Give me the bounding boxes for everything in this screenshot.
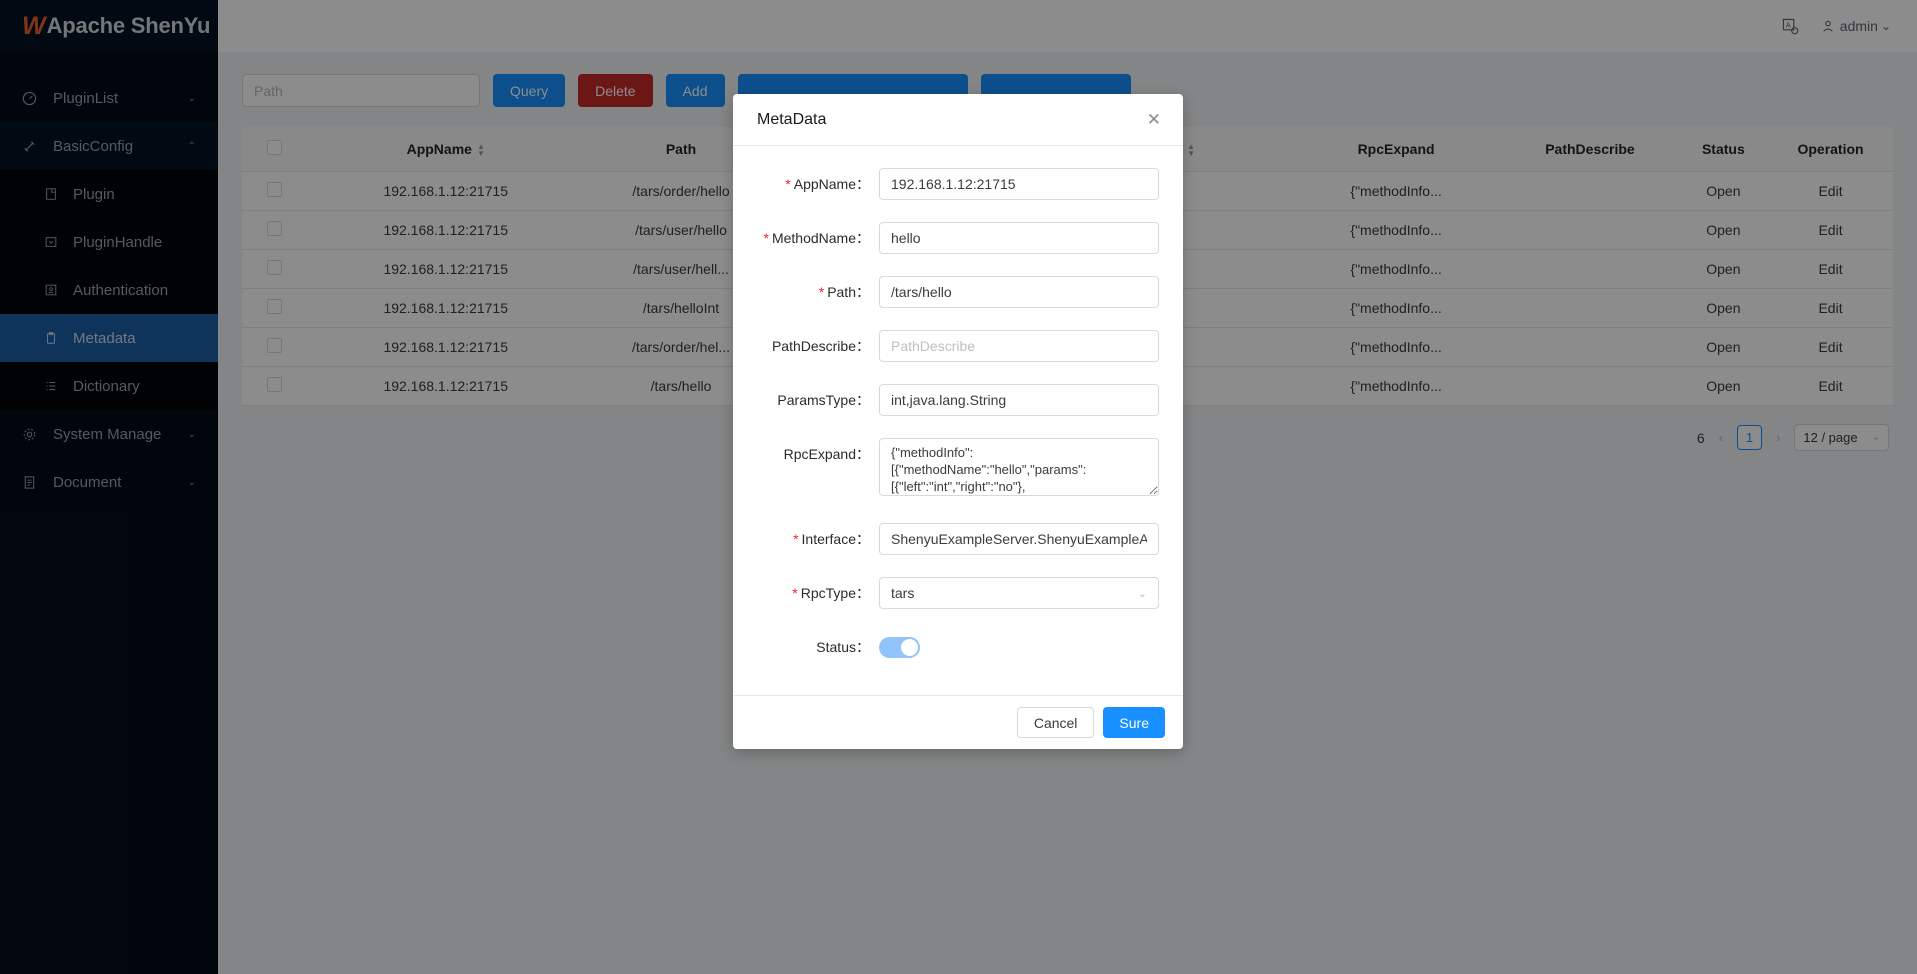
field-rpcexpand: RpcExpand： {"methodInfo": [{"methodName"… bbox=[757, 438, 1159, 501]
toggle-knob bbox=[901, 639, 918, 656]
chevron-down-icon: ⌄ bbox=[1138, 587, 1147, 600]
required-mark: * bbox=[785, 176, 790, 192]
modal-footer: Cancel Sure bbox=[733, 695, 1183, 749]
field-label: PathDescribe： bbox=[757, 330, 879, 362]
field-label: ParamsType： bbox=[757, 384, 879, 416]
cancel-button[interactable]: Cancel bbox=[1017, 707, 1095, 738]
field-status: Status： bbox=[757, 631, 1159, 663]
field-label: *RpcType： bbox=[757, 577, 879, 609]
methodname-input[interactable] bbox=[879, 222, 1159, 254]
close-icon[interactable]: ✕ bbox=[1147, 111, 1161, 128]
path-input[interactable] bbox=[879, 276, 1159, 308]
metadata-modal: MetaData ✕ *AppName： *MethodName： *Path： bbox=[733, 94, 1183, 749]
modal-header: MetaData ✕ bbox=[733, 94, 1183, 146]
rpctype-select[interactable]: tars ⌄ bbox=[879, 577, 1159, 609]
app-root: W Apache ShenYu PluginList ⌄ BasicConfig… bbox=[0, 0, 1917, 974]
rpcexpand-textarea[interactable]: {"methodInfo": [{"methodName":"hello","p… bbox=[879, 438, 1159, 496]
field-label: RpcExpand： bbox=[757, 438, 879, 470]
field-label: *Interface： bbox=[757, 523, 879, 555]
paramstype-input[interactable] bbox=[879, 384, 1159, 416]
field-label: *AppName： bbox=[757, 168, 879, 200]
modal-title: MetaData bbox=[757, 111, 1159, 129]
pathdescribe-input[interactable] bbox=[879, 330, 1159, 362]
field-path: *Path： bbox=[757, 276, 1159, 308]
field-label: *MethodName： bbox=[757, 222, 879, 254]
rpctype-value: tars bbox=[891, 585, 1138, 601]
interface-input[interactable] bbox=[879, 523, 1159, 555]
field-rpctype: *RpcType： tars ⌄ bbox=[757, 577, 1159, 609]
field-appname: *AppName： bbox=[757, 168, 1159, 200]
field-label: *Path： bbox=[757, 276, 879, 308]
status-toggle[interactable] bbox=[879, 637, 920, 658]
required-mark: * bbox=[793, 531, 798, 547]
field-paramstype: ParamsType： bbox=[757, 384, 1159, 416]
confirm-button[interactable]: Sure bbox=[1103, 707, 1165, 738]
required-mark: * bbox=[792, 585, 797, 601]
modal-body: *AppName： *MethodName： *Path： PathDescri… bbox=[733, 146, 1183, 695]
required-mark: * bbox=[764, 230, 769, 246]
appname-input[interactable] bbox=[879, 168, 1159, 200]
field-label: Status： bbox=[757, 631, 879, 663]
field-pathdescribe: PathDescribe： bbox=[757, 330, 1159, 362]
field-methodname: *MethodName： bbox=[757, 222, 1159, 254]
field-interface: *Interface： bbox=[757, 523, 1159, 555]
required-mark: * bbox=[819, 284, 824, 300]
